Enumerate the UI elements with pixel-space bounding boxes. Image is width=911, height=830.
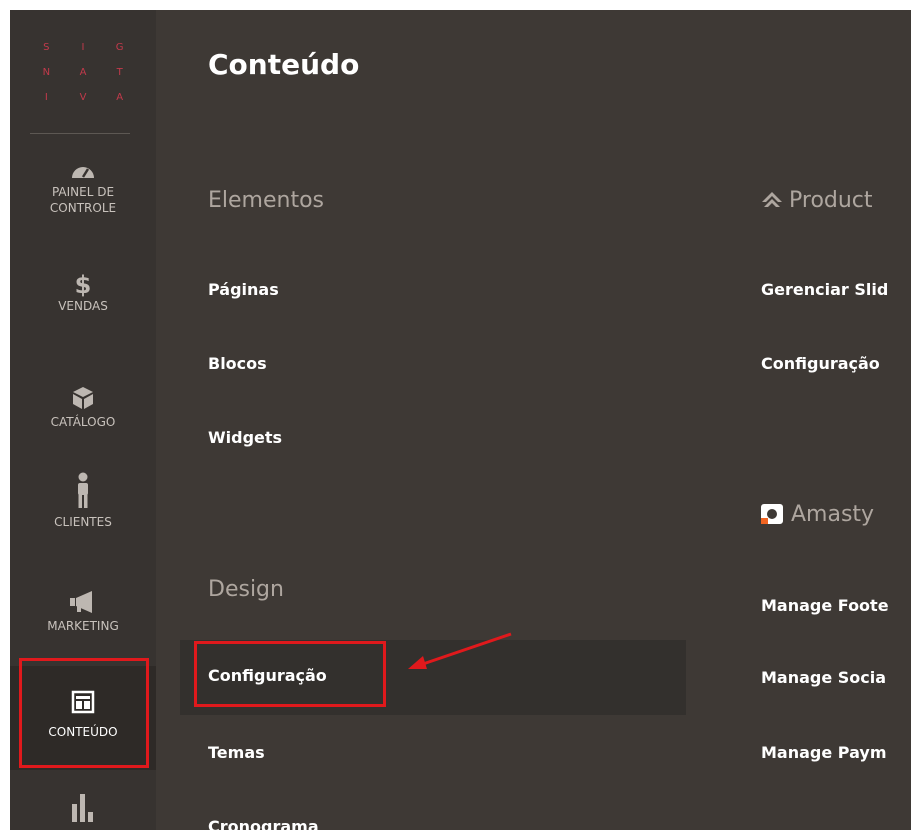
menu-link-manage-footer[interactable]: Manage Foote — [761, 596, 889, 615]
menu-link-blocos[interactable]: Blocos — [208, 354, 267, 373]
sidebar-item-marketing[interactable]: MARKETING — [10, 590, 156, 634]
dashboard-icon — [10, 160, 156, 184]
sidebar-item-dashboard[interactable]: PAINEL DE CONTROLE — [10, 160, 156, 216]
logo-letter: I — [81, 42, 85, 53]
page-title: Conteúdo — [208, 48, 360, 81]
admin-frame: S I G N A T I V A PAINEL DE CONTROLE $ V… — [10, 10, 911, 830]
annotation-highlight-box — [19, 658, 149, 768]
sidebar-item-clientes[interactable]: CLIENTES — [10, 472, 156, 530]
annotation-highlight-box — [194, 641, 386, 707]
content-menu-panel: Conteúdo Elementos Páginas Blocos Widget… — [156, 10, 911, 830]
bar-chart-icon — [10, 792, 156, 826]
menu-link-configuracao-product[interactable]: Configuração — [761, 354, 880, 373]
sidebar-item-relatorios[interactable] — [10, 792, 156, 826]
amasty-logo-icon — [761, 504, 783, 528]
logo-letter: G — [115, 42, 124, 53]
dollar-icon: $ — [74, 271, 92, 299]
section-title-elementos: Elementos — [208, 188, 325, 213]
logo-letter: N — [42, 67, 51, 78]
menu-link-cronograma[interactable]: Cronograma — [208, 817, 319, 830]
section-title-amasty: Amasty — [791, 502, 875, 527]
sidebar-item-label: VENDAS — [58, 299, 108, 313]
menu-link-gerenciar-slid[interactable]: Gerenciar Slid — [761, 280, 888, 299]
sidebar-item-vendas[interactable]: $ VENDAS — [10, 272, 156, 314]
section-title-design: Design — [208, 577, 284, 602]
product-section-icon — [761, 190, 783, 214]
megaphone-icon — [10, 590, 156, 618]
sidebar-item-label: CONTROLE — [49, 201, 117, 215]
annotation-arrow — [408, 632, 512, 669]
sidebar-item-label: CLIENTES — [54, 515, 112, 529]
logo-letter: A — [116, 92, 124, 103]
menu-link-manage-social[interactable]: Manage Socia — [761, 668, 886, 687]
logo-letter: S — [43, 42, 50, 53]
sidebar-item-label: MARKETING — [47, 619, 119, 633]
sidebar-item-label: PAINEL DE — [51, 185, 115, 199]
admin-sidebar: S I G N A T I V A PAINEL DE CONTROLE $ V… — [10, 10, 156, 830]
logo-letter: I — [44, 92, 48, 103]
section-title-product: Product — [789, 188, 873, 213]
person-icon — [10, 472, 156, 514]
box-icon — [10, 386, 156, 414]
menu-link-temas[interactable]: Temas — [208, 743, 265, 762]
menu-link-paginas[interactable]: Páginas — [208, 280, 279, 299]
menu-link-manage-payment[interactable]: Manage Paym — [761, 743, 886, 762]
menu-link-widgets[interactable]: Widgets — [208, 428, 282, 447]
sidebar-item-label: CATÁLOGO — [50, 415, 116, 429]
logo[interactable]: S I G N A T I V A — [28, 35, 138, 110]
logo-divider — [30, 133, 130, 134]
logo-letter: V — [79, 92, 87, 103]
logo-letter: T — [116, 67, 123, 78]
logo-letter: A — [79, 67, 87, 78]
sidebar-item-catalogo[interactable]: CATÁLOGO — [10, 386, 156, 430]
